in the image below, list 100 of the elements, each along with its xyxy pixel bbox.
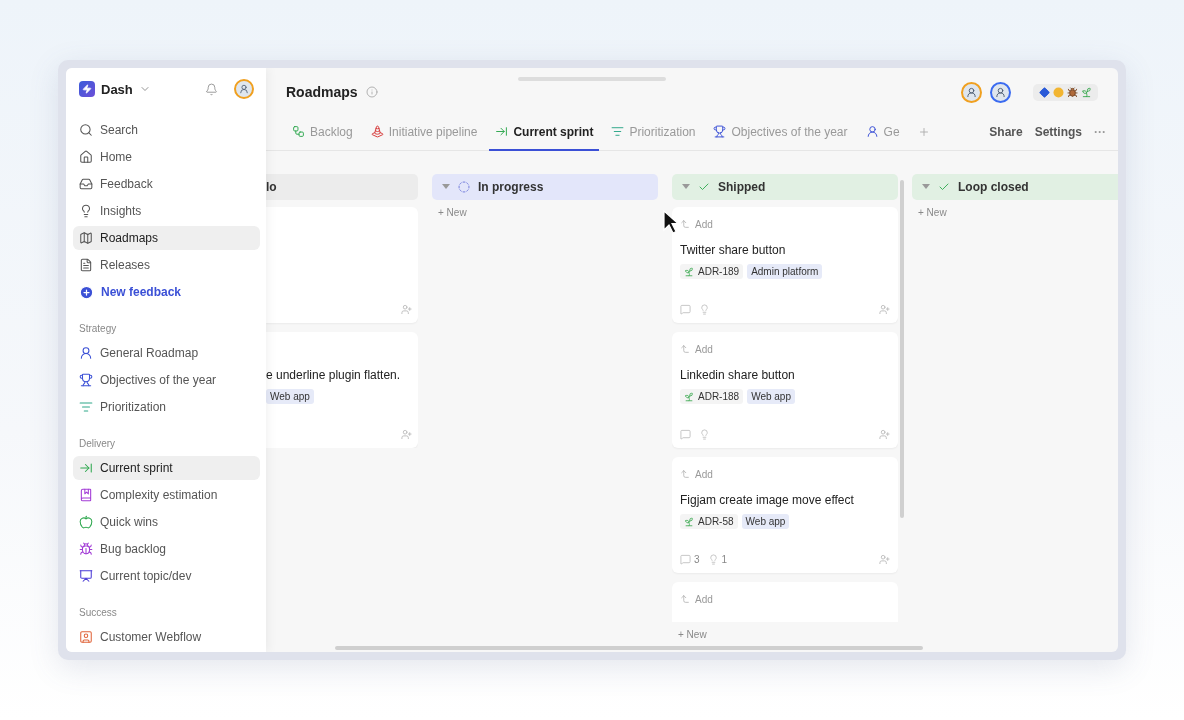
arrow-to-line-icon	[495, 125, 509, 138]
scrollbar[interactable]	[335, 646, 923, 650]
assign-icon[interactable]	[879, 304, 890, 315]
trophy-icon	[713, 125, 727, 138]
sidebar-item[interactable]: Roadmaps	[73, 226, 260, 250]
bookmark-icon	[79, 488, 93, 502]
section-title: Delivery	[78, 438, 117, 449]
column-header[interactable]: lo	[266, 174, 418, 200]
tag: Web app	[266, 389, 314, 404]
sidebar-item[interactable]: Prioritization	[73, 395, 260, 419]
corner-arrow-icon	[680, 469, 690, 479]
mouse-pointer-icon	[663, 210, 679, 234]
tab[interactable]: Current sprint	[489, 114, 600, 151]
sprout-icon	[684, 391, 694, 402]
presentation-icon	[79, 569, 93, 583]
corner-arrow-icon	[680, 219, 690, 229]
new-item-button[interactable]: + New	[912, 207, 1118, 218]
corner-arrow-icon	[680, 594, 690, 604]
card[interactable]	[266, 207, 418, 323]
avatar[interactable]	[961, 81, 982, 103]
lightbulb-icon	[79, 204, 93, 218]
card[interactable]: e underline plugin flatten. Web app	[266, 332, 418, 448]
bell-icon	[205, 82, 218, 96]
comment-icon	[680, 429, 691, 440]
corner-arrow-icon	[680, 344, 690, 354]
tag: Web app	[747, 389, 795, 404]
new-item-button[interactable]: + New	[432, 207, 658, 218]
sidebar-item[interactable]: Releases	[73, 253, 260, 277]
person-icon	[865, 125, 879, 138]
cone-icon	[370, 125, 384, 138]
tag: Web app	[741, 514, 790, 529]
comment-icon	[680, 304, 691, 315]
lines-icon	[611, 125, 625, 138]
card[interactable]: Add Twitter share button ADR-189 Admin platform	[672, 207, 898, 323]
column-header[interactable]: Loop closed	[912, 174, 1118, 200]
header-action[interactable]: Settings	[1034, 114, 1082, 150]
avatar[interactable]	[234, 79, 254, 99]
comment-icon	[680, 554, 691, 565]
sidebar-item[interactable]: Objectives of the year	[73, 368, 260, 392]
home-icon	[79, 150, 93, 164]
sidebar-item[interactable]: Current topic/dev	[73, 564, 260, 588]
sidebar-item[interactable]: Current sprint	[73, 456, 260, 480]
sidebar-item[interactable]: Quick wins	[73, 510, 260, 534]
sprout-icon	[684, 516, 694, 527]
dashed-circle-icon	[458, 181, 470, 193]
info-icon	[365, 86, 378, 98]
sidebar-item[interactable]: Customer Webflow	[73, 625, 260, 649]
nodes-icon	[292, 125, 305, 138]
assign-icon[interactable]	[879, 554, 890, 565]
section-title: Strategy	[78, 323, 118, 334]
sidebar-item[interactable]: General Roadmap	[73, 341, 260, 365]
column-title: Shipped	[718, 180, 766, 194]
scrollbar[interactable]	[900, 180, 904, 518]
issue-id-chip: ADR-189	[680, 264, 744, 279]
person-icon	[79, 346, 93, 360]
plus-icon	[917, 126, 930, 138]
lightbulb-icon	[707, 554, 719, 565]
bug-icon	[79, 542, 93, 556]
circle-icon	[1053, 86, 1064, 98]
map-icon	[79, 231, 93, 245]
sidebar-item[interactable]: Insights	[73, 199, 260, 223]
page-title: Roadmaps	[286, 84, 358, 100]
new-feedback-link[interactable]: New feedback	[73, 280, 260, 304]
column-header[interactable]: Shipped	[672, 174, 898, 200]
caret-icon	[442, 184, 450, 190]
sidebar-item[interactable]: Search	[73, 118, 260, 142]
new-item-button[interactable]: + New	[672, 629, 898, 640]
header-action[interactable]: Share	[989, 114, 1023, 150]
column-header[interactable]: In progress	[432, 174, 658, 200]
sidebar-item[interactable]: Home	[73, 145, 260, 169]
inbox-icon	[79, 177, 93, 191]
check-icon	[698, 181, 710, 193]
assign-icon[interactable]	[879, 429, 890, 440]
arrow-to-line-icon	[79, 461, 93, 475]
contact-card-icon	[79, 630, 93, 644]
sprout-icon	[1081, 86, 1092, 98]
issue-id-chip: ADR-58	[680, 514, 738, 529]
workspace-name[interactable]: Dash	[101, 81, 133, 97]
bug-icon	[1067, 86, 1078, 98]
column-title: Loop closed	[958, 180, 1029, 194]
sprout-icon	[684, 266, 694, 277]
card-title: Figjam create image move effect	[680, 493, 855, 507]
check-icon	[938, 181, 950, 193]
lightbulb-icon	[699, 429, 710, 440]
emoji-group[interactable]	[1033, 83, 1098, 101]
app-logo[interactable]	[79, 81, 95, 97]
sidebar-item[interactable]: Complexity estimation	[73, 483, 260, 507]
lines-icon	[79, 400, 93, 414]
sidebar-item[interactable]: Feedback	[73, 172, 260, 196]
issue-id-chip: ADR-188	[680, 389, 744, 404]
sidebar-item[interactable]: Bug backlog	[73, 537, 260, 561]
insight-count: 1	[721, 554, 728, 565]
diamond-icon	[1039, 86, 1050, 98]
card[interactable]: Add Linkedin share button ADR-188 Web app	[672, 332, 898, 448]
avatar[interactable]	[990, 81, 1011, 103]
assign-icon[interactable]	[401, 304, 412, 315]
card[interactable]: Add Figjam create image move effect ADR-58 Web app 3 1	[672, 457, 898, 573]
column-title: lo	[266, 180, 277, 194]
assign-icon[interactable]	[401, 429, 412, 440]
section-title: Success	[78, 607, 118, 618]
